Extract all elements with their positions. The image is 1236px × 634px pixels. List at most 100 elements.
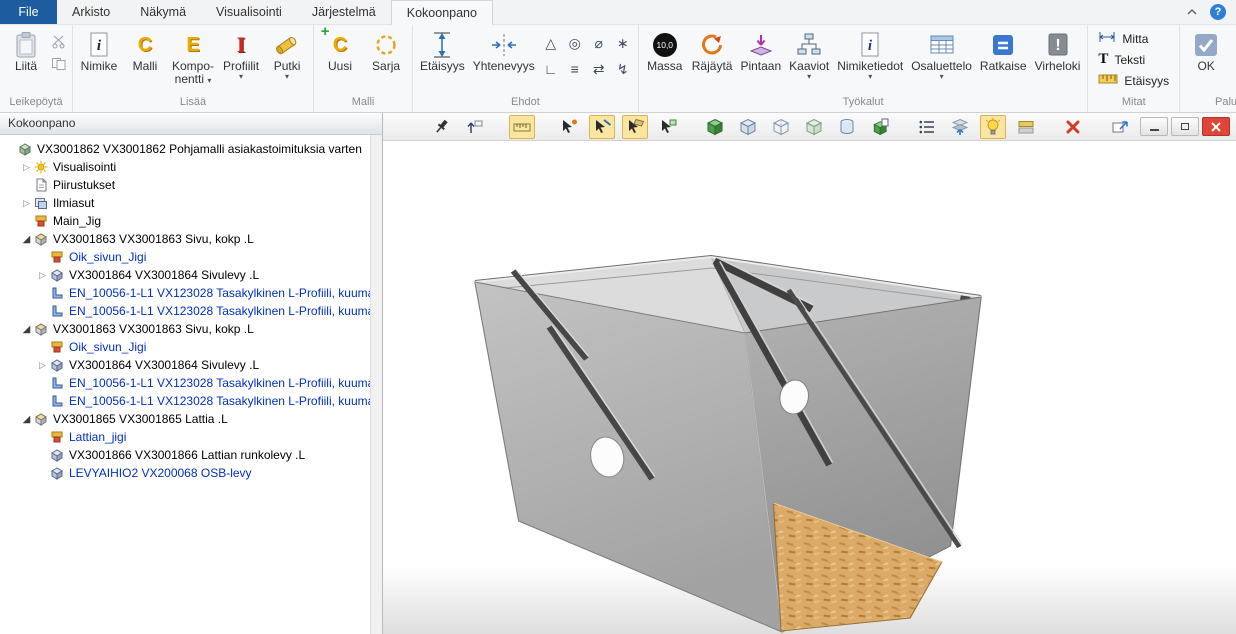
- yhtenevyys-button[interactable]: Yhtenevyys: [469, 26, 539, 73]
- malli-button[interactable]: C Malli: [122, 26, 168, 73]
- tree-expander-icon[interactable]: ◢: [20, 414, 33, 425]
- poistu-button[interactable]: Poistu: [1229, 26, 1236, 73]
- levels-icon[interactable]: [947, 115, 973, 139]
- coincident-constraint-icon[interactable]: ∗: [611, 30, 635, 56]
- select-point-icon[interactable]: [556, 115, 582, 139]
- view-cylinder-icon[interactable]: [834, 115, 860, 139]
- tree-item-label[interactable]: Lattian_jigi: [69, 430, 126, 444]
- menu-tab-arkisto[interactable]: Arkisto: [57, 0, 125, 24]
- select-edge-icon[interactable]: [589, 115, 615, 139]
- tree-expander-icon[interactable]: ▷: [20, 198, 33, 209]
- uusi-button[interactable]: +C Uusi: [317, 26, 363, 73]
- tree-item[interactable]: Lattian_jigi: [0, 428, 370, 446]
- tree-item-label[interactable]: VX3001863 VX3001863 Sivu, kokp .L: [53, 232, 254, 246]
- tree-item[interactable]: VX3001862 VX3001862 Pohjamalli asiakasto…: [0, 140, 370, 158]
- tree-item[interactable]: EN_10056-1-L1 VX123028 Tasakylkinen L-Pr…: [0, 302, 370, 320]
- tree-scrollbar[interactable]: [370, 135, 382, 634]
- tree-item-label[interactable]: VX3001865 VX3001865 Lattia .L: [53, 412, 228, 426]
- delete-icon[interactable]: [1060, 115, 1086, 139]
- virheloki-button[interactable]: ! Virheloki: [1031, 26, 1085, 73]
- paste-button[interactable]: Liitä: [3, 26, 49, 73]
- view-transparent-icon[interactable]: [801, 115, 827, 139]
- tree-item[interactable]: ◢ VX3001865 VX3001865 Lattia .L: [0, 410, 370, 428]
- sarja-button[interactable]: Sarja: [363, 26, 409, 73]
- tree-item-label[interactable]: VX3001862 VX3001862 Pohjamalli asiakasto…: [37, 142, 362, 156]
- perpendicular-constraint-icon[interactable]: ∟: [539, 56, 563, 82]
- nimike-button[interactable]: i Nimike: [76, 26, 122, 73]
- drag-view-icon[interactable]: [462, 115, 488, 139]
- tree-item[interactable]: EN_10056-1-L1 VX123028 Tasakylkinen L-Pr…: [0, 392, 370, 410]
- putki-button[interactable]: Putki ▾: [264, 26, 310, 81]
- ratkaise-button[interactable]: Ratkaise: [976, 26, 1031, 73]
- tree-item[interactable]: ▷ Visualisointi: [0, 158, 370, 176]
- tree-item[interactable]: VX3001866 VX3001866 Lattian runkolevy .L: [0, 446, 370, 464]
- tree-expander-icon[interactable]: ▷: [20, 162, 33, 173]
- tree-item-label[interactable]: Oik_sivun_Jigi: [69, 340, 146, 354]
- model-area[interactable]: [383, 141, 1236, 634]
- tree-item-label[interactable]: EN_10056-1-L1 VX123028 Tasakylkinen L-Pr…: [69, 286, 370, 300]
- tree-item[interactable]: ▷ Ilmiasut: [0, 194, 370, 212]
- tree-item[interactable]: ▷VX3001864 VX3001864 Sivulevy .L: [0, 266, 370, 284]
- tree-item-label[interactable]: LEVYAIHIO2 VX200068 OSB-levy: [69, 466, 252, 480]
- etaisyys-condition-button[interactable]: Etäisyys: [416, 26, 469, 73]
- window-minimize-button[interactable]: [1140, 117, 1168, 136]
- angle-constraint-icon[interactable]: △: [539, 30, 563, 56]
- view-shaded-icon[interactable]: [702, 115, 728, 139]
- komponentti-button[interactable]: E Kompo- nentti ▾: [168, 26, 218, 86]
- tree-item[interactable]: Piirustukset: [0, 176, 370, 194]
- menu-tab-järjestelmä[interactable]: Järjestelmä: [297, 0, 391, 24]
- tree-item[interactable]: ▷VX3001864 VX3001864 Sivulevy .L: [0, 356, 370, 374]
- massa-button[interactable]: 10,0 Massa: [642, 26, 688, 73]
- tree-item[interactable]: ◢VX3001863 VX3001863 Sivu, kokp .L: [0, 320, 370, 338]
- break-constraint-icon[interactable]: ↯: [611, 56, 635, 82]
- parallel-constraint-icon[interactable]: ≡: [563, 56, 587, 82]
- concentric-constraint-icon[interactable]: ◎: [563, 30, 587, 56]
- symmetry-constraint-icon[interactable]: ⇄: [587, 56, 611, 82]
- window-close-button[interactable]: [1202, 117, 1230, 136]
- tree-item-label[interactable]: EN_10056-1-L1 VX123028 Tasakylkinen L-Pr…: [69, 304, 370, 318]
- measure-ruler-icon[interactable]: [509, 115, 535, 139]
- diameter-constraint-icon[interactable]: ⌀: [587, 30, 611, 56]
- select-element-icon[interactable]: [655, 115, 681, 139]
- collapse-ribbon-icon[interactable]: [1186, 5, 1198, 19]
- view-hidden-line-icon[interactable]: [768, 115, 794, 139]
- lights-icon[interactable]: [980, 115, 1006, 139]
- tree-item-label[interactable]: Oik_sivun_Jigi: [69, 250, 146, 264]
- tree-expander-icon[interactable]: ▷: [36, 270, 49, 281]
- menu-tab-visualisointi[interactable]: Visualisointi: [201, 0, 297, 24]
- view-part-icon[interactable]: [867, 115, 893, 139]
- tree-item[interactable]: EN_10056-1-L1 VX123028 Tasakylkinen L-Pr…: [0, 374, 370, 392]
- view-wireframe-icon[interactable]: [735, 115, 761, 139]
- copy-button[interactable]: [49, 56, 69, 72]
- tree-item-label[interactable]: Main_Jig: [53, 214, 101, 228]
- rajayta-button[interactable]: Räjäytä: [688, 26, 737, 73]
- ok-button[interactable]: OK: [1183, 26, 1229, 73]
- menu-tab-näkymä[interactable]: Näkymä: [125, 0, 201, 24]
- nimiketiedot-button[interactable]: i Nimiketiedot ▾: [833, 26, 907, 81]
- select-face-icon[interactable]: [622, 115, 648, 139]
- export-window-icon[interactable]: [1107, 115, 1133, 139]
- tree-item[interactable]: Main_Jig: [0, 212, 370, 230]
- parts-list-icon[interactable]: [914, 115, 940, 139]
- tree-expander-icon[interactable]: ◢: [20, 234, 33, 245]
- tree-item-label[interactable]: VX3001864 VX3001864 Sivulevy .L: [69, 358, 259, 372]
- window-restore-button[interactable]: [1171, 117, 1199, 136]
- etaisyys-mitta-button[interactable]: Etäisyys: [1091, 70, 1176, 91]
- pintaan-button[interactable]: Pintaan: [736, 26, 785, 73]
- teksti-button[interactable]: T Teksti: [1091, 49, 1152, 70]
- osaluettelo-button[interactable]: Osaluettelo ▾: [907, 26, 976, 81]
- tree-item-label[interactable]: VX3001863 VX3001863 Sivu, kokp .L: [53, 322, 254, 336]
- tree-item-label[interactable]: Piirustukset: [53, 178, 115, 192]
- tree-item[interactable]: Oik_sivun_Jigi: [0, 338, 370, 356]
- tree-item[interactable]: LEVYAIHIO2 VX200068 OSB-levy: [0, 464, 370, 482]
- tree-item-label[interactable]: Visualisointi: [53, 160, 116, 174]
- mitta-button[interactable]: Mitta: [1091, 28, 1155, 49]
- tree-item-label[interactable]: EN_10056-1-L1 VX123028 Tasakylkinen L-Pr…: [69, 394, 370, 408]
- tree-item-label[interactable]: Ilmiasut: [53, 196, 94, 210]
- tree-item[interactable]: ◢ VX3001863 VX3001863 Sivu, kokp .L: [0, 230, 370, 248]
- menu-tab-kokoonpano[interactable]: Kokoonpano: [391, 0, 493, 25]
- help-icon[interactable]: ?: [1210, 4, 1226, 20]
- pin-icon[interactable]: [429, 115, 455, 139]
- profiilit-button[interactable]: I Profiilit ▾: [218, 26, 264, 81]
- menu-tab-file[interactable]: File: [0, 0, 57, 24]
